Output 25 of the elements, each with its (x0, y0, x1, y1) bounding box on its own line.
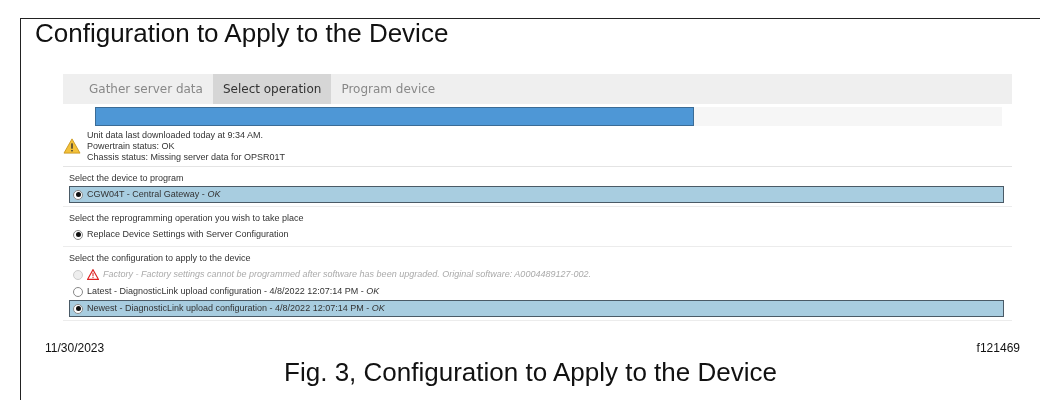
radio-button[interactable] (73, 286, 83, 297)
page-title: Configuration to Apply to the Device (35, 19, 450, 47)
option-label: Factory - Factory settings cannot be programmed after software has been upgraded. Original software: A0004489127-002. (103, 269, 591, 280)
status-text: Powertrain status: OK (87, 141, 176, 152)
date-text: 11/30/2023 (45, 341, 105, 355)
radio-button[interactable] (73, 229, 83, 240)
figure-id: f121469 (976, 341, 1020, 355)
status-text: Chassis status: Missing server data for OPSR01T (87, 152, 286, 163)
warning-icon (63, 138, 81, 154)
option-label: CGW04T - Central Gateway - OK (87, 189, 221, 200)
option-row[interactable]: Latest - DiagnosticLink upload configuration - 4/8/2022 12:07:14 PM - OK (69, 283, 1004, 300)
status-text: Unit data last downloaded today at 9:34 AM. (87, 130, 265, 141)
option-row[interactable]: Replace Device Settings with Server Configuration (69, 226, 1004, 243)
step-tab[interactable]: Select operation (212, 74, 332, 104)
option-label: Newest - DiagnosticLink upload configuration - 4/8/2022 12:07:14 PM - OK (87, 303, 385, 314)
section-prompt: Select the configuration to apply to the device (69, 253, 252, 264)
option-label: Replace Device Settings with Server Configuration (87, 229, 289, 240)
option-row[interactable]: Newest - DiagnosticLink upload configuration - 4/8/2022 12:07:14 PM - OK (69, 300, 1004, 317)
option-label: Latest - DiagnosticLink upload configuration - 4/8/2022 12:07:14 PM - OK (87, 286, 380, 297)
option-row[interactable]: CGW04T - Central Gateway - OK (69, 186, 1004, 203)
figure-caption: Fig. 3, Configuration to Apply to the Device (283, 357, 778, 387)
section-prompt: Select the reprogramming operation you wish to take place (69, 213, 305, 224)
radio-button[interactable] (73, 189, 83, 200)
radio-button[interactable] (73, 303, 83, 314)
section-prompt: Select the device to program (69, 173, 185, 184)
